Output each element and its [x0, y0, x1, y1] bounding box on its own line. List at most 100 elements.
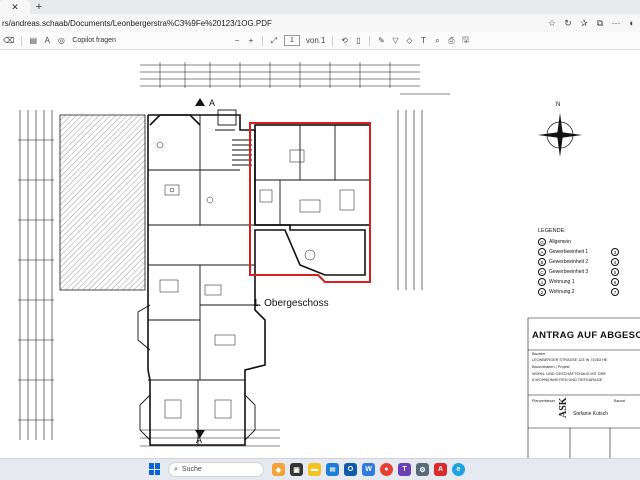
reload-icon[interactable]: ↻ — [560, 15, 576, 31]
contents-icon[interactable]: ▤ — [26, 33, 40, 49]
legend-symbol: G — [538, 238, 546, 246]
legend-label: Gewerbeeinheit 1 — [549, 249, 589, 255]
word-icon[interactable]: W — [362, 463, 375, 476]
address-text: LEONBERGER STRASSE 123 IN 71083 HE — [532, 358, 608, 362]
start-button[interactable] — [149, 463, 161, 475]
toolbar-divider — [332, 35, 334, 46]
draw-icon[interactable]: ⌫ — [0, 33, 17, 49]
rotate-icon[interactable]: ⟲ — [337, 33, 351, 49]
pdf-toolbar: ⌫ ▤ A ◎ Copilot fragen − + ⤢ 1 von 1 ⟲ ▯… — [0, 32, 640, 50]
copilot-ask-button[interactable]: Copilot fragen — [68, 37, 120, 44]
logo-ask: ASK — [558, 397, 569, 418]
unit-highlight-outline — [249, 122, 371, 283]
legend-symbol-right: 6 — [611, 278, 619, 286]
page-number-input[interactable]: 1 — [283, 35, 300, 46]
project-text-2: 8 WOHNEINHEITEN UND TIEFGARAGE — [532, 378, 603, 382]
browser-tab[interactable]: ✕ — [0, 0, 30, 14]
legend-row: B Gewerbeeinheit 2 4 — [538, 257, 640, 267]
windows-logo-icon — [155, 469, 160, 475]
project-label: Bauvorhaben / Projekt — [532, 365, 570, 369]
section-marker-top: A — [209, 98, 216, 108]
legend-symbol: 1 — [538, 278, 546, 286]
windows-logo-icon — [155, 463, 160, 469]
print-icon[interactable]: ⎙ — [444, 33, 458, 49]
legend-symbol-right: 5 — [611, 268, 619, 276]
legend: LEGENDE: G Allgemein A Gewerbeeinheit 1 … — [538, 228, 640, 297]
teams-icon[interactable]: T — [398, 463, 411, 476]
legend-row: A Gewerbeeinheit 1 3 — [538, 247, 640, 257]
planner-name: Stefanie Kutsch — [573, 411, 609, 417]
zoom-in-button[interactable]: + — [244, 33, 258, 49]
site-label: Bauort — [614, 399, 626, 403]
edge-copilot-icon[interactable]: ◐ — [624, 15, 640, 31]
legend-symbol: 2 — [538, 288, 546, 296]
legend-row: G Allgemein — [538, 237, 640, 247]
close-tab-icon[interactable]: ✕ — [11, 2, 19, 13]
legend-label: Gewerbeeinheit 3 — [549, 269, 589, 275]
legend-row: C Gewerbeeinheit 3 5 — [538, 267, 640, 277]
legend-label: Gewerbeeinheit 2 — [549, 259, 589, 265]
project-text: WOHN- UND GESCHÄFTSHAUS MIT DRE — [532, 372, 606, 376]
floor-label: 1. Obergeschoss — [253, 298, 329, 309]
north-label: N — [556, 102, 561, 108]
favorite-star-icon[interactable]: ☆ — [544, 15, 560, 31]
acrobat-icon[interactable]: A — [434, 463, 447, 476]
toolbar-divider — [369, 35, 371, 46]
screen: ✕ + rs/andreas.schaab/Documents/Leonberg… — [0, 0, 640, 480]
search-icon[interactable]: ⌕ — [430, 33, 444, 49]
section-marker-bottom: A — [196, 435, 203, 445]
windows-logo-icon — [149, 463, 154, 469]
search-label: Suche — [181, 466, 202, 473]
erase-icon[interactable]: ◇ — [402, 33, 416, 49]
mail-icon[interactable]: ✉ — [326, 463, 339, 476]
legend-symbol-right: 3 — [611, 248, 619, 256]
legend-symbol: A — [538, 248, 546, 256]
page-view-icon[interactable]: ▯ — [351, 33, 365, 49]
application-title: ANTRAG AUF ABGESCH — [532, 330, 640, 341]
new-tab-button[interactable]: + — [30, 0, 48, 14]
draw-pen-icon[interactable]: ✎ — [374, 33, 388, 49]
pdf-viewer[interactable]: A A N 1. Obergeschoss LEGENDE: G Allgeme… — [0, 50, 640, 458]
edge-icon[interactable]: e — [452, 463, 465, 476]
immersive-reader-icon[interactable]: ◎ — [54, 33, 68, 49]
search-icon: ⌕ — [174, 465, 178, 473]
outlook-icon[interactable]: O — [344, 463, 357, 476]
widgets-icon[interactable]: ◆ — [272, 463, 285, 476]
legend-row: 2 Wohnung 2 7 — [538, 287, 640, 297]
read-aloud-icon[interactable]: A — [40, 33, 54, 49]
chrome-icon[interactable]: ● — [380, 463, 393, 476]
legend-label: Allgemein — [549, 239, 571, 245]
settings-gear-icon[interactable]: ⚙ — [416, 463, 429, 476]
taskbar: ⌕ Suche ◆ ▣ ▬ ✉ O W ● T ⚙ A e — [0, 458, 640, 480]
windows-logo-icon — [149, 469, 154, 475]
add-text-icon[interactable]: T — [416, 33, 430, 49]
tab-strip: ✕ + — [0, 0, 640, 14]
compass-rose — [538, 113, 582, 157]
taskbar-search[interactable]: ⌕ Suche — [168, 462, 264, 477]
highlight-icon[interactable]: ▽ — [388, 33, 402, 49]
legend-label: Wohnung 1 — [549, 279, 575, 285]
toolbar-divider — [261, 35, 263, 46]
collections-icon[interactable]: ⧉ — [592, 15, 608, 31]
url-field[interactable]: rs/andreas.schaab/Documents/Leonbergerst… — [0, 16, 544, 30]
fit-page-icon[interactable]: ⤢ — [267, 33, 281, 49]
toolbar-divider — [21, 35, 23, 46]
legend-symbol: B — [538, 258, 546, 266]
task-view-icon[interactable]: ▣ — [290, 463, 303, 476]
legend-symbol: C — [538, 268, 546, 276]
legend-label: Wohnung 2 — [549, 289, 575, 295]
page-total-label: von 1 — [305, 36, 326, 45]
legend-symbol-right: 7 — [611, 288, 619, 296]
save-icon[interactable]: 🖫 — [458, 33, 472, 49]
legend-title: LEGENDE: — [538, 228, 566, 234]
address-bar-row: rs/andreas.schaab/Documents/Leonbergerst… — [0, 14, 640, 32]
favorites-icon[interactable]: ✰ — [576, 15, 592, 31]
file-explorer-icon[interactable]: ▬ — [308, 463, 321, 476]
client-label: Bauherr — [532, 352, 546, 356]
title-block: ANTRAG AUF ABGESCH Bauherr LEONBERGER ST… — [528, 318, 640, 458]
zoom-out-button[interactable]: − — [230, 33, 244, 49]
settings-more-icon[interactable]: ⋯ — [608, 15, 624, 31]
legend-symbol-right: 4 — [611, 258, 619, 266]
legend-row: 1 Wohnung 1 6 — [538, 277, 640, 287]
planner-label: Planverfasser — [532, 399, 556, 403]
